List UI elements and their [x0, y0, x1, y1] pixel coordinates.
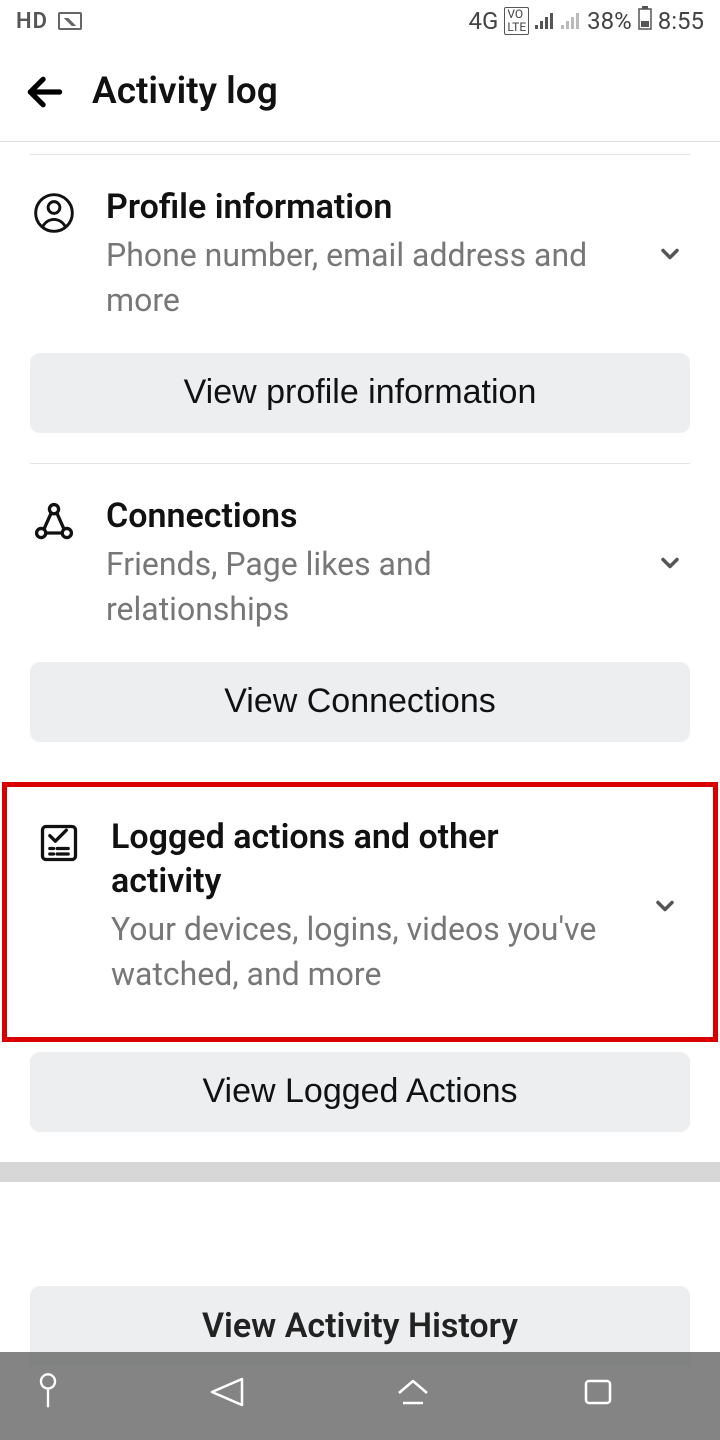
volte-icon: VOLTE — [504, 7, 529, 35]
back-button[interactable] — [20, 67, 70, 117]
clock: 8:55 — [658, 7, 704, 35]
battery-icon — [638, 6, 652, 36]
nav-home-icon[interactable] — [393, 1375, 433, 1418]
connections-header[interactable]: Connections Friends, Page likes and rela… — [30, 494, 690, 632]
signal-icon — [535, 7, 555, 35]
android-nav-bar — [0, 1352, 720, 1440]
network-indicator: 4G — [468, 7, 498, 35]
status-bar: HD 4G VOLTE 38% 8:55 — [0, 0, 720, 42]
nav-assistant-icon[interactable] — [33, 1372, 63, 1421]
connections-title: Connections — [106, 494, 622, 538]
connections-icon — [30, 498, 78, 546]
profile-subtitle: Phone number, email address and more — [106, 233, 622, 323]
page-title: Activity log — [92, 70, 278, 113]
checklist-icon — [35, 819, 83, 867]
profile-info-header[interactable]: Profile information Phone number, email … — [30, 185, 690, 323]
chevron-down-icon — [650, 240, 690, 268]
connections-subtitle: Friends, Page likes and relationships — [106, 542, 622, 632]
signal-icon-2 — [561, 7, 581, 35]
section-separator — [0, 1162, 720, 1182]
logged-title: Logged actions and other activity — [111, 815, 617, 903]
view-logged-actions-button[interactable]: View Logged Actions — [30, 1052, 690, 1132]
chevron-down-icon — [650, 549, 690, 577]
view-profile-info-button[interactable]: View profile information — [30, 353, 690, 433]
section-profile-information: Profile information Phone number, email … — [0, 155, 720, 463]
logged-actions-header[interactable]: Logged actions and other activity Your d… — [35, 815, 685, 997]
battery-label: 38% — [587, 7, 632, 35]
profile-title: Profile information — [106, 185, 622, 229]
hd-indicator: HD — [16, 9, 48, 34]
picture-icon — [58, 12, 82, 30]
logged-subtitle: Your devices, logins, videos you've watc… — [111, 907, 617, 997]
nav-recents-icon[interactable] — [578, 1375, 618, 1418]
nav-back-icon[interactable] — [208, 1375, 248, 1418]
app-header: Activity log — [0, 42, 720, 142]
section-logged-actions: Logged actions and other activity Your d… — [2, 782, 718, 1042]
section-connections: Connections Friends, Page likes and rela… — [0, 464, 720, 772]
view-connections-button[interactable]: View Connections — [30, 662, 690, 742]
profile-icon — [30, 189, 78, 237]
chevron-down-icon — [645, 892, 685, 920]
